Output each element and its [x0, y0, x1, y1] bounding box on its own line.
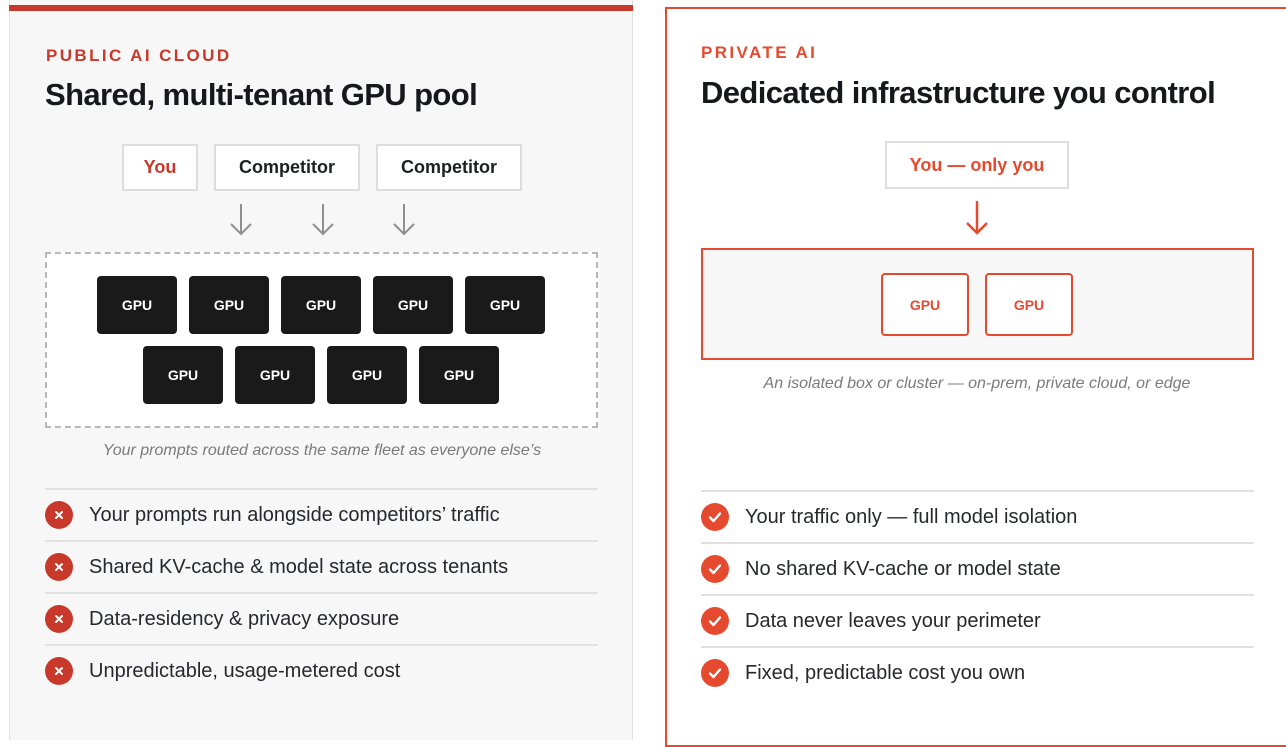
- x-circle-icon: [45, 553, 73, 581]
- private-panel-title: Dedicated infrastructure you control: [701, 75, 1216, 110]
- list-item: Your prompts run alongside competitors’ …: [45, 488, 598, 540]
- benefit-label: No shared KV-cache or model state: [745, 557, 1061, 580]
- x-circle-icon: [45, 657, 73, 685]
- list-item: No shared KV-cache or model state: [701, 542, 1254, 594]
- public-panel-accent-bar: [9, 5, 633, 11]
- benefit-label: Your traffic only — full model isolation: [745, 505, 1078, 528]
- x-circle-icon: [45, 605, 73, 633]
- list-item: Fixed, predictable cost you own: [701, 646, 1254, 698]
- gpu-chip: GPU: [373, 276, 453, 334]
- public-ai-cloud-panel: PUBLIC AI CLOUD Shared, multi-tenant GPU…: [9, 0, 633, 740]
- gpu-chip: GPU: [985, 273, 1073, 336]
- arrow-down-icon: [230, 204, 252, 236]
- gpu-chip: GPU: [881, 273, 969, 336]
- benefit-label: Data never leaves your perimeter: [745, 609, 1041, 632]
- public-panel-title: Shared, multi-tenant GPU pool: [45, 77, 478, 112]
- list-item: Data-residency & privacy exposure: [45, 592, 598, 644]
- gpu-chip: GPU: [419, 346, 499, 404]
- risk-label: Data-residency & privacy exposure: [89, 607, 400, 630]
- gpu-chip: GPU: [327, 346, 407, 404]
- tenant-you-only-box: You — only you: [885, 141, 1069, 189]
- gpu-chip: GPU: [281, 276, 361, 334]
- tenant-competitor-box: Competitor: [376, 144, 522, 191]
- private-benefit-list: Your traffic only — full model isolation…: [701, 490, 1254, 698]
- tenant-you-box: You: [122, 144, 198, 191]
- benefit-label: Fixed, predictable cost you own: [745, 661, 1026, 684]
- list-item: Data never leaves your perimeter: [701, 594, 1254, 646]
- list-item: Unpredictable, usage-metered cost: [45, 644, 598, 696]
- risk-label: Unpredictable, usage-metered cost: [89, 659, 401, 682]
- shared-gpu-pool: GPU GPU GPU GPU GPU GPU GPU GPU GPU: [45, 252, 598, 428]
- private-panel-eyebrow: PRIVATE AI: [701, 43, 818, 62]
- list-item: Shared KV-cache & model state across ten…: [45, 540, 598, 592]
- x-circle-icon: [45, 501, 73, 529]
- public-panel-eyebrow: PUBLIC AI CLOUD: [46, 46, 232, 65]
- arrow-down-icon: [966, 201, 988, 235]
- arrow-down-icon: [312, 204, 334, 236]
- gpu-chip: GPU: [189, 276, 269, 334]
- risk-label: Shared KV-cache & model state across ten…: [89, 555, 509, 578]
- public-risk-list: Your prompts run alongside competitors’ …: [45, 488, 598, 696]
- list-item: Your traffic only — full model isolation: [701, 490, 1254, 542]
- gpu-chip: GPU: [97, 276, 177, 334]
- check-circle-icon: [701, 555, 729, 583]
- check-circle-icon: [701, 503, 729, 531]
- check-circle-icon: [701, 659, 729, 687]
- gpu-chip: GPU: [235, 346, 315, 404]
- risk-label: Your prompts run alongside competitors’ …: [89, 503, 500, 526]
- private-panel-caption: An isolated box or cluster — on-prem, pr…: [763, 375, 1191, 392]
- gpu-chip: GPU: [465, 276, 545, 334]
- dedicated-gpu-cluster: GPU GPU: [701, 248, 1254, 360]
- tenant-competitor-box: Competitor: [214, 144, 360, 191]
- check-circle-icon: [701, 607, 729, 635]
- gpu-chip: GPU: [143, 346, 223, 404]
- public-panel-caption: Your prompts routed across the same flee…: [102, 442, 542, 459]
- private-ai-panel: PRIVATE AI Dedicated infrastructure you …: [665, 7, 1286, 747]
- arrow-down-icon: [393, 204, 415, 236]
